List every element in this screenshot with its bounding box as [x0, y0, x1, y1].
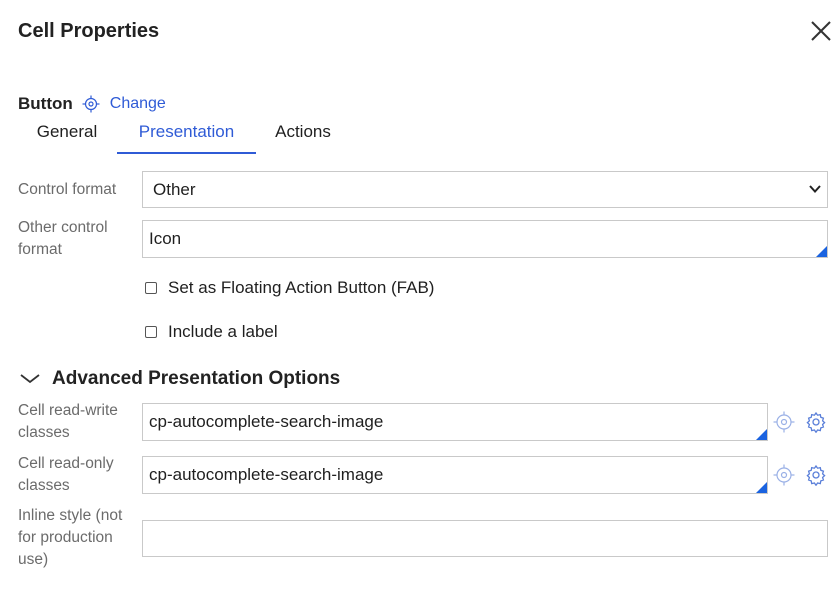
read-write-classes-input[interactable]: cp-autocomplete-search-image — [142, 403, 768, 441]
close-icon — [811, 21, 831, 41]
chevron-down-icon — [20, 374, 40, 384]
target-icon[interactable] — [773, 464, 795, 486]
include-label-checkbox-row: Include a label — [145, 322, 278, 342]
target-icon[interactable] — [773, 411, 795, 433]
include-label-checkbox[interactable] — [145, 326, 157, 338]
gear-icon[interactable] — [805, 464, 827, 487]
dialog-title: Cell Properties — [18, 20, 160, 42]
control-format-label: Control format — [18, 181, 117, 198]
fab-checkbox[interactable] — [145, 282, 157, 294]
gear-icon[interactable] — [805, 411, 827, 434]
control-format-value: Other — [153, 180, 196, 199]
target-icon — [82, 95, 100, 113]
read-only-classes-input[interactable]: cp-autocomplete-search-image — [142, 456, 768, 494]
advanced-section-title: Advanced Presentation Options — [52, 368, 341, 389]
tab-presentation[interactable]: Presentation — [117, 112, 256, 154]
read-only-classes-value: cp-autocomplete-search-image — [149, 465, 384, 484]
other-control-format-input[interactable]: Icon — [142, 220, 828, 258]
close-button[interactable] — [808, 18, 834, 44]
resize-handle-icon[interactable] — [756, 429, 767, 440]
chevron-down-icon — [809, 185, 821, 193]
inline-style-input[interactable] — [142, 520, 828, 557]
control-type-name: Button — [18, 94, 73, 113]
tab-general[interactable]: General — [18, 112, 116, 152]
read-only-classes-label: Cell read-only classes — [18, 455, 114, 494]
change-link[interactable]: Change — [110, 95, 166, 113]
other-control-format-value: Icon — [149, 229, 182, 248]
control-format-select[interactable]: Other — [142, 171, 828, 208]
fab-checkbox-label: Set as Floating Action Button (FAB) — [168, 278, 435, 297]
advanced-section-header[interactable]: Advanced Presentation Options — [20, 366, 340, 392]
read-write-classes-label: Cell read-write classes — [18, 402, 118, 441]
resize-handle-icon[interactable] — [816, 246, 827, 257]
include-label-checkbox-label: Include a label — [168, 322, 278, 341]
resize-handle-icon[interactable] — [756, 482, 767, 493]
read-write-classes-value: cp-autocomplete-search-image — [149, 412, 384, 431]
other-control-format-label: Other control format — [18, 219, 108, 258]
fab-checkbox-row: Set as Floating Action Button (FAB) — [145, 278, 434, 298]
tab-actions[interactable]: Actions — [258, 112, 348, 152]
inline-style-label: Inline style (not for production use) — [18, 507, 123, 568]
